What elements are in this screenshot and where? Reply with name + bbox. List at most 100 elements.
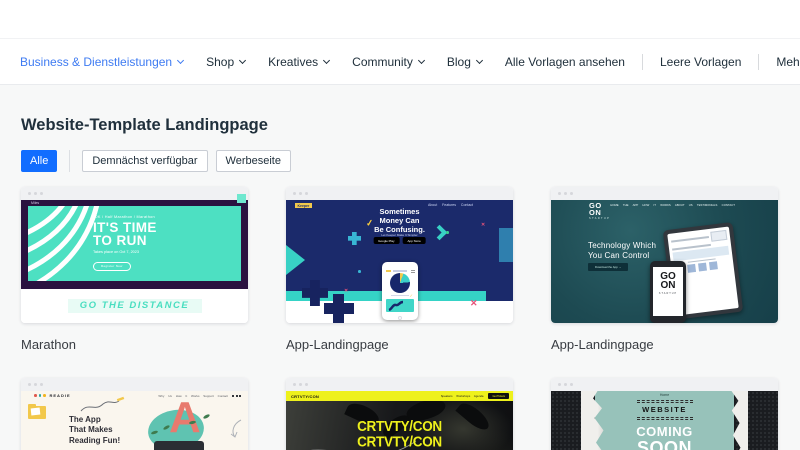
letter-a-graphic: A bbox=[169, 393, 201, 442]
decor-square bbox=[237, 194, 246, 203]
phone-mockup: ✓ bbox=[382, 262, 418, 320]
hero-title: Sometimes Money Can Be Confusing. bbox=[374, 207, 425, 234]
phone-mockup: GO ON STARTUP bbox=[650, 261, 686, 323]
hero-background bbox=[21, 391, 248, 450]
template-thumbnail[interactable]: CRTVTY/CON Speakers Workshops Agenda Get… bbox=[286, 378, 513, 450]
template-nav: HOME THE APP HOW IT WORKS ABOUT US TESTI… bbox=[610, 203, 735, 207]
decor-cross bbox=[324, 294, 354, 323]
nav-item-label: Business & Dienstleistungen bbox=[20, 54, 173, 69]
nav-right-links: Alle Vorlagen ansehen Leere Vorlagen Meh… bbox=[505, 53, 800, 70]
browser-dots-icon bbox=[286, 187, 513, 200]
divider bbox=[758, 53, 760, 70]
nav-item-blog[interactable]: Blog bbox=[446, 54, 483, 69]
hero-button: Download the App → bbox=[588, 263, 629, 271]
nav-item-label: Kreatives bbox=[268, 54, 319, 69]
dashed-divider bbox=[636, 400, 693, 403]
blank-templates-link[interactable]: Leere Vorlagen bbox=[660, 55, 741, 69]
main-content: Website-Template Landingpage Alle Demnäc… bbox=[0, 85, 800, 450]
divider bbox=[69, 150, 71, 172]
template-logo: GO ON STARTUP bbox=[589, 201, 611, 221]
hero-title-line2: SOON bbox=[636, 438, 692, 450]
decor-x: ✕ bbox=[470, 298, 478, 308]
filter-chip-coming-soon[interactable]: Demnächst verfügbar bbox=[82, 150, 208, 172]
hero-title-line2: TO RUN bbox=[93, 233, 147, 249]
chevron-down-icon bbox=[417, 56, 425, 64]
top-white-band bbox=[0, 0, 800, 38]
squiggle-graphic bbox=[80, 396, 125, 412]
browser-dots-icon bbox=[21, 187, 248, 200]
check-icon: ✓ bbox=[409, 292, 413, 298]
template-thumbnail[interactable]: READIE Why Us How It Works Support Conta… bbox=[21, 378, 248, 450]
template-card-crtvtycon: CRTVTY/CON Speakers Workshops Agenda Get… bbox=[286, 378, 513, 450]
more-menu[interactable]: Mehr bbox=[776, 55, 800, 69]
social-icons bbox=[232, 394, 241, 397]
hero-title-stack: CRTVTY/CON CRTVTY/CON CRTVTY/CON bbox=[357, 417, 442, 450]
hero-copy: 10K / Half Marathon / Marathon IT'S TIME… bbox=[93, 215, 157, 272]
browser-dots-icon bbox=[286, 378, 513, 391]
chevron-down-icon bbox=[177, 56, 185, 64]
more-label: Mehr bbox=[776, 54, 800, 69]
folder-graphic bbox=[28, 404, 46, 419]
divider bbox=[641, 53, 643, 70]
decor-x: ✕ bbox=[481, 222, 486, 228]
appstore-badges: Google Play App Store bbox=[373, 237, 426, 244]
filter-chip-werbeseite[interactable]: Werbeseite bbox=[215, 150, 291, 172]
template-header-bar: CRTVTY/CON Speakers Workshops Agenda Get… bbox=[286, 391, 513, 401]
nav-item-business[interactable]: Business & Dienstleistungen bbox=[20, 54, 185, 69]
template-card-app-navy: Keeper About Features Contact Sometimes … bbox=[286, 187, 513, 352]
template-row-1: Miles 10K / Half Marathon / Marathon IT'… bbox=[21, 187, 779, 352]
nav-item-label: Community bbox=[352, 54, 413, 69]
filter-chip-all[interactable]: Alle bbox=[21, 150, 58, 172]
chevron-down-icon bbox=[475, 56, 483, 64]
app-store-badge: App Store bbox=[402, 237, 426, 244]
hero-label: WEBSITE bbox=[642, 405, 687, 414]
hero-title: Technology Which You Can Control bbox=[588, 241, 657, 260]
template-thumbnail[interactable]: Keeper About Features Contact Sometimes … bbox=[286, 187, 513, 323]
phone-card bbox=[386, 298, 414, 312]
category-nav: Business & Dienstleistungen Shop Kreativ… bbox=[0, 38, 800, 85]
page-title: Website-Template Landingpage bbox=[21, 116, 268, 134]
hero-copy: Home WEBSITE COMING SOON bbox=[595, 391, 734, 450]
template-name: App-Landingpage bbox=[551, 337, 654, 352]
nav-item-label: Blog bbox=[446, 54, 471, 69]
home-button bbox=[398, 316, 402, 320]
arrow-graphic bbox=[230, 419, 242, 438]
view-all-templates-link[interactable]: Alle Vorlagen ansehen bbox=[505, 55, 625, 69]
nav-item-kreatives[interactable]: Kreatives bbox=[268, 54, 331, 69]
nav-item-shop[interactable]: Shop bbox=[206, 54, 247, 69]
chevron-down-icon bbox=[239, 56, 247, 64]
template-name: Marathon bbox=[21, 337, 76, 352]
template-card-coming-soon: Home WEBSITE COMING SOON bbox=[551, 378, 778, 450]
template-thumbnail[interactable]: Miles 10K / Half Marathon / Marathon IT'… bbox=[21, 187, 248, 323]
chevron-down-icon bbox=[323, 56, 331, 64]
browser-dots-icon bbox=[551, 378, 778, 391]
template-thumbnail[interactable]: Home WEBSITE COMING SOON bbox=[551, 378, 778, 450]
decor-x: ✕ bbox=[344, 288, 349, 294]
decor-dot bbox=[358, 270, 361, 273]
nav-item-label: Shop bbox=[206, 54, 235, 69]
tickets-button: Get Tickets bbox=[488, 393, 509, 399]
template-logo: Miles bbox=[31, 201, 40, 205]
hero-title-line1: COMING bbox=[636, 424, 693, 439]
template-nav: Home bbox=[659, 393, 670, 397]
filter-bar: Alle Demnächst verfügbar Werbeseite bbox=[21, 150, 779, 172]
dashed-divider bbox=[636, 417, 693, 420]
phone-logo bbox=[385, 270, 391, 272]
pie-chart bbox=[390, 272, 410, 293]
hero-title: The App That Makes Reading Fun! bbox=[69, 415, 121, 445]
hero-button: Register Now bbox=[93, 261, 131, 271]
hero-kicker: 10K / Half Marathon / Marathon bbox=[93, 215, 155, 219]
browser-dots-icon bbox=[551, 187, 778, 200]
templates-gallery-page: Business & Dienstleistungen Shop Kreativ… bbox=[0, 0, 800, 450]
template-thumbnail[interactable]: GO ON STARTUP HOME THE APP HOW IT WORKS … bbox=[551, 187, 778, 323]
google-play-badge: Google Play bbox=[373, 237, 400, 244]
template-card-marathon: Miles 10K / Half Marathon / Marathon IT'… bbox=[21, 187, 248, 352]
template-logo: READIE bbox=[34, 393, 71, 398]
template-nav: Speakers Workshops Agenda bbox=[440, 394, 484, 398]
browser-dots-icon bbox=[21, 378, 248, 391]
template-name: App-Landingpage bbox=[286, 337, 389, 352]
decor-dark-shape bbox=[154, 441, 204, 450]
decor-triangle bbox=[286, 245, 305, 275]
template-logo: CRTVTY/CON bbox=[291, 393, 319, 399]
nav-item-community[interactable]: Community bbox=[352, 54, 425, 69]
